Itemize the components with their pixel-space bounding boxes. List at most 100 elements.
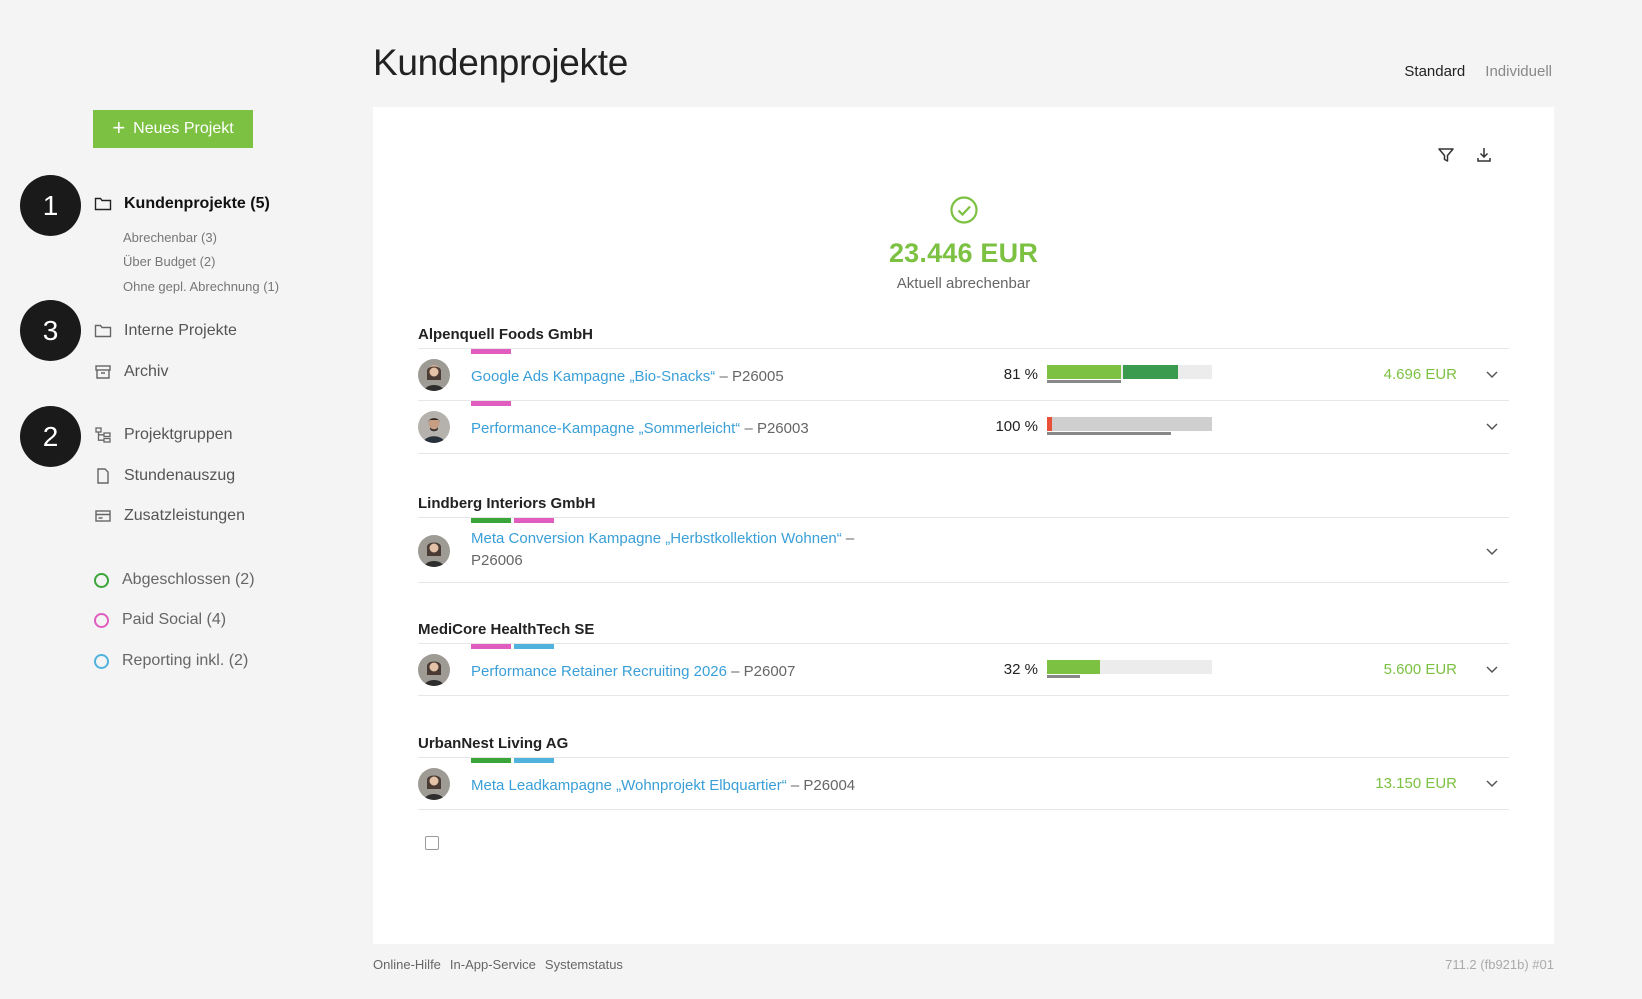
- project-amount: 5.600 EUR: [1383, 661, 1457, 678]
- tag-label: Reporting inkl. (2): [122, 652, 249, 669]
- avatar: [418, 654, 450, 686]
- select-all-checkbox[interactable]: [425, 836, 439, 850]
- project-link[interactable]: Performance-Kampagne „Sommerleicht“ – P2…: [471, 418, 809, 440]
- tag-marker-paid-social: [471, 644, 511, 649]
- tag-strip: [471, 349, 511, 354]
- tag-strip: [471, 758, 554, 763]
- card-toolbar: [1436, 145, 1494, 165]
- tag-marker-paid-social: [514, 518, 554, 523]
- avatar: [418, 359, 450, 391]
- circle-icon: [94, 653, 109, 669]
- tag-label: Abgeschlossen (2): [122, 571, 255, 588]
- tag-marker-reporting: [514, 644, 554, 649]
- project-row[interactable]: Performance-Kampagne „Sommerleicht“ – P2…: [418, 401, 1509, 454]
- filter-icon[interactable]: [1436, 145, 1456, 165]
- projects-card: 23.446 EUR Aktuell abrechenbar Alpenquel…: [373, 107, 1554, 944]
- project-row[interactable]: Meta Leadkampagne „Wohnprojekt Elbquarti…: [418, 757, 1509, 810]
- budget-bar: [1047, 365, 1212, 383]
- project-link[interactable]: Meta Conversion Kampagne „Herbstkollekti…: [471, 528, 881, 572]
- card-icon: [95, 510, 111, 522]
- progress-percent: 100 %: [995, 418, 1038, 435]
- budget-bar-billable: [1047, 365, 1121, 379]
- chevron-down-icon[interactable]: [1483, 774, 1501, 792]
- project-row[interactable]: Performance Retainer Recruiting 2026 – P…: [418, 643, 1509, 696]
- footer-link-in-app-service[interactable]: In-App-Service: [450, 957, 536, 972]
- nav-zusatzleistungen-label: Zusatzleistungen: [124, 507, 245, 524]
- step-badge-2: 2: [20, 406, 81, 467]
- sub-item-abrechenbar[interactable]: Abrechenbar (3): [123, 230, 217, 245]
- client-group: Lindberg Interiors GmbH Meta Conversion …: [418, 495, 1509, 583]
- new-project-label: Neues Projekt: [133, 120, 234, 137]
- download-icon[interactable]: [1474, 145, 1494, 165]
- nav-kundenprojekte-label: Kundenprojekte (5): [124, 195, 270, 212]
- chevron-down-icon[interactable]: [1483, 542, 1501, 560]
- billable-summary: 23.446 EUR Aktuell abrechenbar: [373, 195, 1554, 292]
- chevron-down-icon[interactable]: [1483, 660, 1501, 678]
- nav-stundenauszug[interactable]: Stundenauszug: [94, 467, 235, 485]
- folder-icon: [94, 197, 112, 211]
- tag-marker-abgeschlossen: [471, 518, 511, 523]
- new-project-button[interactable]: + Neues Projekt: [93, 110, 253, 148]
- project-amount: 4.696 EUR: [1383, 366, 1457, 383]
- circle-icon: [94, 572, 109, 588]
- tag-strip: [471, 518, 554, 523]
- budget-bar-time: [1047, 675, 1080, 678]
- view-switch: Standard Individuell: [1404, 63, 1552, 80]
- project-amount: 13.150 EUR: [1375, 775, 1457, 792]
- tag-strip: [471, 644, 554, 649]
- hierarchy-icon: [95, 427, 111, 443]
- footer-link-systemstatus[interactable]: Systemstatus: [545, 957, 623, 972]
- nav-interne-projekte[interactable]: Interne Projekte: [94, 322, 237, 340]
- nav-interne-label: Interne Projekte: [124, 322, 237, 339]
- tag-marker-paid-social: [471, 349, 511, 354]
- progress-percent: 32 %: [1003, 661, 1038, 678]
- nav-projektgruppen[interactable]: Projektgruppen: [94, 426, 233, 444]
- version-label: 711.2 (fb921b) #01: [1445, 957, 1554, 972]
- step-badge-1: 1: [20, 175, 81, 236]
- step-badge-3: 3: [20, 300, 81, 361]
- client-name: Lindberg Interiors GmbH: [418, 495, 596, 512]
- tag-marker-abgeschlossen: [471, 758, 511, 763]
- view-individuell[interactable]: Individuell: [1485, 63, 1552, 80]
- client-group: Alpenquell Foods GmbH Google Ads Kampagn…: [418, 326, 1509, 454]
- nav-projektgruppen-label: Projektgruppen: [124, 426, 233, 443]
- nav-zusatzleistungen[interactable]: Zusatzleistungen: [94, 507, 245, 525]
- footer-link-online-hilfe[interactable]: Online-Hilfe: [373, 957, 441, 972]
- tag-strip: [471, 401, 511, 406]
- avatar: [418, 768, 450, 800]
- project-link[interactable]: Meta Leadkampagne „Wohnprojekt Elbquarti…: [471, 775, 855, 797]
- nav-archiv[interactable]: Archiv: [94, 363, 168, 381]
- document-icon: [97, 468, 109, 484]
- circle-icon: [94, 612, 109, 628]
- nav-archiv-label: Archiv: [124, 363, 169, 380]
- tag-marker-reporting: [514, 758, 554, 763]
- project-link[interactable]: Performance Retainer Recruiting 2026 – P…: [471, 661, 795, 683]
- sub-item-ueber-budget[interactable]: Über Budget (2): [123, 254, 216, 269]
- tag-filter-paid-social[interactable]: Paid Social (4): [94, 611, 226, 629]
- chevron-down-icon[interactable]: [1483, 417, 1501, 435]
- client-name: Alpenquell Foods GmbH: [418, 326, 593, 343]
- nav-kundenprojekte[interactable]: Kundenprojekte (5): [94, 195, 270, 213]
- budget-bar-billable: [1047, 660, 1100, 674]
- client-group: MediCore HealthTech SE Performance Retai…: [418, 621, 1509, 696]
- project-row[interactable]: Google Ads Kampagne „Bio-Snacks“ – P2600…: [418, 348, 1509, 401]
- billable-label: Aktuell abrechenbar: [896, 275, 1031, 292]
- avatar: [418, 535, 450, 567]
- archive-icon: [95, 365, 111, 379]
- tag-filter-reporting[interactable]: Reporting inkl. (2): [94, 652, 248, 670]
- tag-label: Paid Social (4): [122, 611, 227, 628]
- page-title: Kundenprojekte: [373, 42, 628, 83]
- budget-bar-extra: [1123, 365, 1178, 379]
- sub-item-ohne-abrechnung[interactable]: Ohne gepl. Abrechnung (1): [123, 279, 279, 294]
- view-standard[interactable]: Standard: [1404, 63, 1465, 80]
- billable-amount: 23.446 EUR: [888, 238, 1039, 268]
- tag-filter-abgeschlossen[interactable]: Abgeschlossen (2): [94, 571, 255, 589]
- project-link[interactable]: Google Ads Kampagne „Bio-Snacks“ – P2600…: [471, 366, 784, 388]
- project-row[interactable]: Meta Conversion Kampagne „Herbstkollekti…: [418, 517, 1509, 583]
- chevron-down-icon[interactable]: [1483, 365, 1501, 383]
- footer-links: Online-Hilfe In-App-Service Systemstatus: [373, 957, 623, 972]
- avatar: [418, 411, 450, 443]
- budget-bar: [1047, 660, 1212, 678]
- budget-bar: [1047, 417, 1212, 435]
- folder-icon: [94, 324, 112, 338]
